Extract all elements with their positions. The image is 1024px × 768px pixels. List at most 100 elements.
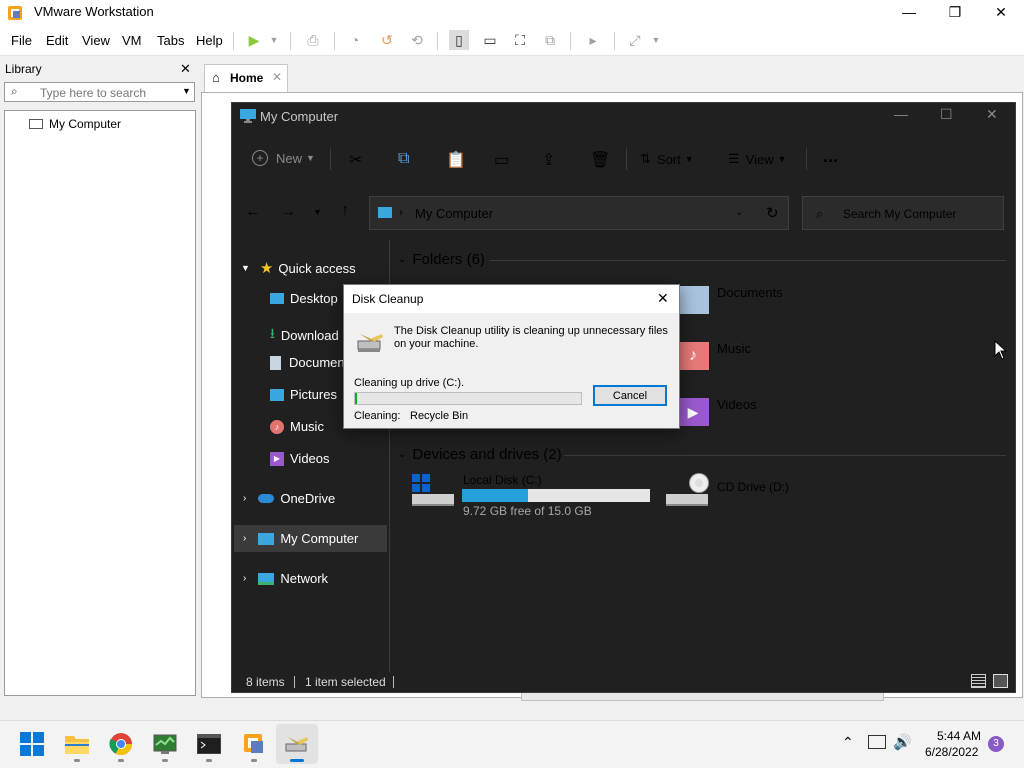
view-button[interactable]: ☰ View ▼ bbox=[728, 151, 787, 167]
tree-item-my-computer[interactable]: My Computer bbox=[29, 115, 121, 133]
minimize-button[interactable]: — bbox=[886, 0, 932, 24]
task-manager-icon[interactable] bbox=[151, 730, 179, 758]
nav-my-computer[interactable]: › My Computer bbox=[243, 531, 358, 546]
recent-locations-icon[interactable]: ▼ bbox=[313, 207, 322, 217]
rename-icon[interactable]: ▭ bbox=[494, 150, 509, 170]
nav-onedrive[interactable]: › OneDrive bbox=[243, 491, 335, 506]
nav-network[interactable]: › Network bbox=[243, 571, 328, 586]
address-bar[interactable]: › My Computer ⌄ ↻ bbox=[369, 196, 789, 230]
menu-edit[interactable]: Edit bbox=[46, 33, 68, 48]
more-options-icon[interactable]: ... bbox=[823, 146, 838, 167]
snapshot-icon[interactable]: ◔ bbox=[345, 32, 365, 48]
tiles-view-icon[interactable] bbox=[993, 674, 1008, 688]
copy-icon[interactable]: ⧉ bbox=[398, 150, 409, 168]
chevron-right-icon: › bbox=[399, 205, 403, 219]
stretch-guest-icon[interactable]: ⤢ bbox=[625, 32, 645, 48]
disk-cleanup-taskbar-icon[interactable] bbox=[283, 730, 311, 758]
drive-cd-d[interactable]: CD Drive (D:) bbox=[664, 470, 824, 518]
show-hidden-icons-icon[interactable]: ⌃ bbox=[842, 734, 854, 751]
folder-music[interactable]: ♪ Music bbox=[677, 340, 817, 376]
vmware-taskbar-icon[interactable] bbox=[240, 730, 268, 758]
toolbar-separator bbox=[233, 32, 234, 50]
explorer-close-button[interactable]: ✕ bbox=[986, 106, 998, 123]
folder-videos[interactable]: ▶ Videos bbox=[677, 396, 817, 432]
nav-label: Music bbox=[290, 419, 324, 434]
address-dropdown-icon[interactable]: ⌄ bbox=[735, 207, 743, 218]
dialog-close-icon[interactable]: ✕ bbox=[657, 290, 669, 307]
library-search-placeholder: Type here to search bbox=[40, 86, 147, 100]
delete-icon[interactable]: 🗑 bbox=[590, 150, 610, 170]
file-explorer-icon[interactable] bbox=[63, 730, 91, 758]
view-icon: ☰ bbox=[728, 151, 740, 166]
full-screen-icon[interactable]: ⛶ bbox=[510, 32, 530, 48]
clock-time[interactable]: 5:44 AM bbox=[937, 729, 981, 743]
dialog-title-bar: Disk Cleanup ✕ bbox=[344, 285, 679, 313]
chevron-down-icon: ▼ bbox=[684, 154, 694, 164]
nav-item-desktop[interactable]: Desktop bbox=[270, 291, 338, 306]
tab-close-icon[interactable]: ✕ bbox=[272, 70, 282, 84]
library-title: Library bbox=[5, 62, 42, 76]
vmware-title-bar: VMware Workstation — ❐ ✕ bbox=[0, 0, 1024, 26]
nav-quick-access[interactable]: ▼ ★ Quick access bbox=[241, 259, 356, 277]
nav-item-music[interactable]: ♪ Music bbox=[270, 419, 324, 434]
menu-view[interactable]: View bbox=[82, 33, 110, 48]
computer-icon bbox=[240, 108, 256, 124]
back-icon[interactable]: ← bbox=[245, 203, 261, 221]
chrome-icon[interactable] bbox=[107, 730, 135, 758]
search-dropdown-icon[interactable]: ▼ bbox=[182, 86, 191, 96]
restore-button[interactable]: ❐ bbox=[932, 0, 978, 24]
explorer-maximize-button[interactable]: ☐ bbox=[940, 106, 953, 123]
stretch-dropdown-icon[interactable]: ▼ bbox=[650, 32, 662, 48]
refresh-icon[interactable]: ↻ bbox=[766, 204, 779, 222]
console-view-icon[interactable]: ▸ bbox=[583, 32, 603, 48]
close-button[interactable]: ✕ bbox=[978, 0, 1024, 24]
share-icon[interactable]: ⇪ bbox=[542, 150, 555, 170]
nav-item-videos[interactable]: ▶ Videos bbox=[270, 451, 330, 466]
library-search-field[interactable]: ⌕ Type here to search ▼ bbox=[4, 82, 195, 102]
power-on-icon[interactable]: ▶ bbox=[244, 32, 264, 48]
up-icon[interactable]: ↑ bbox=[341, 202, 349, 220]
close-library-icon[interactable]: ✕ bbox=[180, 61, 191, 77]
download-icon: ⭳ bbox=[270, 325, 275, 341]
send-keys-icon[interactable]: ⎙ bbox=[303, 32, 323, 48]
nav-item-pictures[interactable]: Pictures bbox=[270, 387, 337, 402]
menu-vm[interactable]: VM bbox=[122, 33, 142, 48]
unity-icon[interactable]: ⧉ bbox=[540, 32, 560, 48]
terminal-icon[interactable] bbox=[195, 730, 223, 758]
running-indicator bbox=[118, 759, 124, 762]
start-icon[interactable] bbox=[18, 730, 46, 758]
details-view-icon[interactable] bbox=[971, 674, 986, 688]
clock-date[interactable]: 6/28/2022 bbox=[925, 745, 978, 759]
drives-header[interactable]: ⌄ Devices and drives (2) bbox=[398, 446, 562, 463]
show-library-icon[interactable]: ▯ bbox=[449, 30, 469, 50]
explorer-minimize-button[interactable]: — bbox=[894, 106, 908, 122]
vmware-logo-icon bbox=[6, 4, 24, 22]
paste-icon[interactable]: 📋 bbox=[446, 150, 466, 170]
drive-local-c[interactable]: Local Disk (C:) 9.72 GB free of 15.0 GB bbox=[410, 470, 654, 518]
nav-label: Download bbox=[280, 327, 339, 343]
tab-home[interactable]: ⌂ Home ✕ bbox=[204, 64, 288, 92]
new-button[interactable]: + New ▼ bbox=[252, 150, 315, 166]
cancel-button[interactable]: Cancel bbox=[593, 385, 667, 406]
menu-file[interactable]: File bbox=[11, 33, 32, 48]
notification-badge[interactable]: 3 bbox=[988, 736, 1004, 752]
forward-icon[interactable]: → bbox=[280, 203, 296, 221]
sort-button[interactable]: ⇅ Sort ▼ bbox=[640, 151, 694, 167]
revert-snapshot-icon[interactable]: ↺ bbox=[377, 32, 397, 48]
folders-header[interactable]: ⌄ Folders (6) bbox=[398, 251, 485, 268]
snapshot-manager-icon[interactable]: ⟲ bbox=[407, 32, 427, 48]
menu-help[interactable]: Help bbox=[196, 33, 223, 48]
running-indicator bbox=[162, 759, 168, 762]
menu-tabs[interactable]: Tabs bbox=[157, 33, 184, 48]
cut-icon[interactable]: ✂ bbox=[349, 150, 362, 170]
volume-tray-icon[interactable]: 🔊 bbox=[893, 733, 912, 751]
power-dropdown-icon[interactable]: ▼ bbox=[268, 32, 280, 48]
thumbnail-bar-icon[interactable]: ▭ bbox=[480, 32, 500, 48]
explorer-search-field[interactable]: ⌕ Search My Computer bbox=[802, 196, 1004, 230]
drive-usage-fill bbox=[462, 489, 528, 502]
folder-documents[interactable]: Documents bbox=[677, 284, 817, 320]
drive-name: Local Disk (C:) bbox=[463, 473, 542, 487]
network-tray-icon[interactable] bbox=[868, 735, 886, 749]
search-icon: ⌕ bbox=[816, 206, 824, 221]
folder-label: Documents bbox=[717, 285, 783, 300]
